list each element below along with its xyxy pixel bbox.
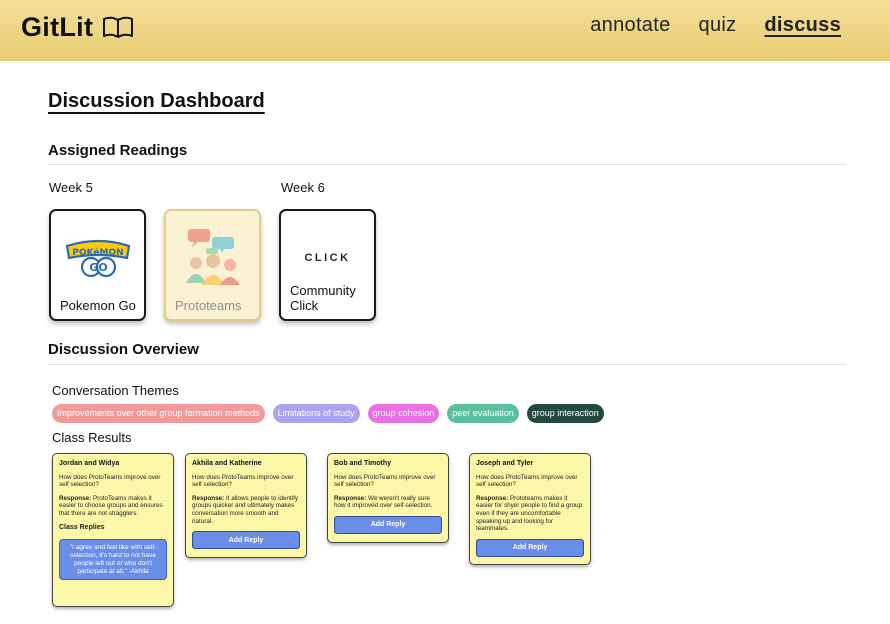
section-divider (48, 164, 846, 165)
reading-card-label: Community Click (290, 283, 356, 313)
question-text: How does ProtoTeams improve over self se… (59, 473, 161, 489)
assigned-readings-title: Assigned Readings (48, 142, 188, 159)
group-names: Jordan and Widya (59, 460, 120, 467)
section-divider (48, 364, 846, 365)
main-nav: annotate quiz discuss (562, 14, 841, 37)
reading-card-prototeams[interactable]: Prototeams (164, 209, 261, 321)
reading-card-pokemon-go[interactable]: POKéMON GO Pokemon Go (49, 209, 146, 321)
response-label: Response: (476, 494, 509, 502)
people-chat-illustration-icon (185, 229, 240, 285)
response-text: Response: ProtoTeams makes it easier to … (59, 495, 167, 518)
reading-card-label: Pokemon Go (60, 298, 136, 313)
result-card: Akhila and Katherine How does ProtoTeams… (185, 453, 307, 558)
pokemon-go-logo: POKéMON GO (51, 219, 144, 297)
result-card: Jordan and Widya How does ProtoTeams imp… (52, 453, 174, 607)
reading-card-label: Prototeams (175, 298, 242, 313)
theme-tag[interactable]: Limitations of study (272, 404, 360, 423)
brand[interactable]: GitLit (21, 12, 134, 43)
question-text: How does ProtoTeams improve over self se… (476, 473, 578, 489)
response-label: Response: (192, 494, 225, 502)
people-chat-illustration (166, 219, 259, 297)
brand-name[interactable]: GitLit (21, 12, 93, 43)
question-text: How does ProtoTeams improve over self se… (334, 473, 436, 489)
conversation-themes-title: Conversation Themes (52, 383, 179, 398)
theme-tags: Improvements over other group formation … (52, 404, 612, 423)
nav-quiz[interactable]: quiz (699, 14, 737, 37)
response-text: Response: We weren't really sure how it … (334, 495, 442, 510)
pokemon-go-logo-icon: POKéMON GO (65, 239, 130, 278)
add-reply-button[interactable]: Add Reply (476, 538, 584, 557)
open-book-icon (103, 16, 134, 38)
click-logo-text: CLICK (304, 252, 351, 264)
response-label: Response: (334, 494, 367, 502)
page-title: Discussion Dashboard (48, 90, 265, 112)
class-results-title: Class Results (52, 430, 132, 445)
theme-tag[interactable]: peer evaluation (447, 404, 519, 423)
nav-annotate[interactable]: annotate (590, 14, 670, 37)
result-card: Joseph and Tyler How does ProtoTeams imp… (469, 453, 591, 565)
response-label: Response: (59, 494, 92, 502)
group-names: Bob and Timothy (334, 460, 392, 467)
response-text: Response: Prototeams makes it easier for… (476, 495, 584, 533)
reply-bubble: "I agree and feel like with self-selecti… (59, 539, 167, 581)
response-text: Response: It allows people to identify g… (192, 495, 300, 525)
week-label: Week 5 (49, 180, 93, 195)
theme-tag[interactable]: group interaction (526, 404, 604, 423)
reading-card-community-click[interactable]: CLICK Community Click (279, 209, 376, 321)
svg-text:POKéMON: POKéMON (72, 247, 123, 258)
question-text: How does ProtoTeams improve over self se… (192, 473, 294, 489)
group-names: Akhila and Katherine (192, 460, 262, 467)
theme-tag[interactable]: Improvements over other group formation … (52, 404, 265, 423)
svg-text:GO: GO (89, 261, 107, 274)
add-reply-button[interactable]: Add Reply (192, 531, 300, 550)
add-reply-button[interactable]: Add Reply (334, 515, 442, 534)
top-bar: GitLit annotate quiz discuss (0, 0, 890, 61)
week-label: Week 6 (281, 180, 325, 195)
result-card: Bob and Timothy How does ProtoTeams impr… (327, 453, 449, 543)
nav-discuss[interactable]: discuss (764, 14, 841, 37)
discussion-overview-title: Discussion Overview (48, 341, 199, 358)
class-replies-title: Class Replies (59, 523, 105, 531)
group-names: Joseph and Tyler (476, 460, 534, 467)
theme-tag[interactable]: group cohesion (367, 404, 440, 423)
